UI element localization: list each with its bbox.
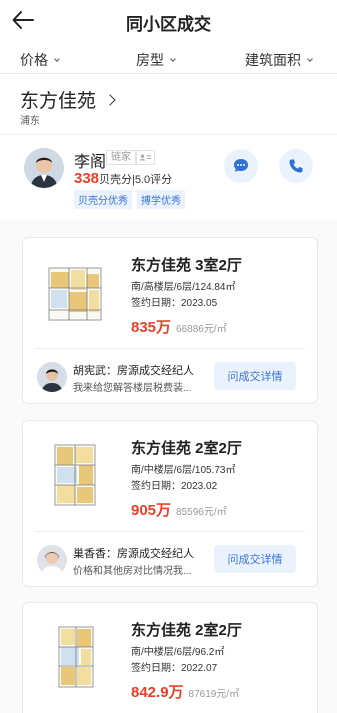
community-link[interactable]: 东方佳苑 — [20, 86, 117, 113]
floor-plan-image — [48, 267, 102, 321]
chevron-right-icon — [104, 94, 117, 106]
filter-layout-label: 房型 — [136, 52, 164, 68]
deal-price: 842.9万 87619元/㎡ — [131, 681, 239, 702]
deal-date: 签约日期：2023.05 — [131, 298, 218, 309]
unit-price: 66886元/㎡ — [176, 324, 227, 335]
unit-price: 85596元/㎡ — [176, 507, 227, 518]
filter-area[interactable]: 建筑面积 — [245, 50, 313, 70]
agent-name: 巢香香：房源成交经纪人 — [73, 548, 194, 560]
chevron-down-icon — [307, 55, 313, 62]
agent-avatar[interactable] — [24, 148, 64, 188]
deal-date: 签约日期：2023.02 — [131, 481, 218, 492]
chevron-down-icon — [170, 55, 176, 62]
score-number: 338 — [74, 170, 100, 187]
filter-layout[interactable]: 房型 — [136, 50, 176, 70]
chat-button[interactable] — [224, 149, 258, 183]
id-card-icon — [136, 150, 155, 165]
ask-deal-details-button[interactable]: 问成交详情 — [214, 362, 296, 390]
filter-area-label: 建筑面积 — [245, 52, 301, 68]
page-title: 同小区成交 — [126, 15, 211, 34]
divider — [0, 134, 337, 135]
agent-tag: 贝壳分优秀 — [74, 190, 132, 209]
agent-tags: 贝壳分优秀 搏学优秀 — [74, 190, 185, 209]
divider — [35, 531, 305, 532]
agent-avatar[interactable] — [37, 545, 67, 575]
deal-info: 南/高楼层/6层/124.84㎡ — [131, 282, 236, 293]
phone-icon — [289, 159, 303, 173]
deal-card[interactable]: 东方佳苑 3室2厅 南/高楼层/6层/124.84㎡ 签约日期：2023.05 … — [22, 237, 318, 404]
total-price: 835万 — [131, 319, 172, 336]
deal-price: 835万 66886元/㎡ — [131, 316, 227, 337]
agent-score: 338贝壳分|5.0评分 — [74, 170, 172, 187]
agent-company-badge: 链家 — [106, 150, 136, 165]
chevron-down-icon — [54, 55, 60, 62]
total-price: 842.9万 — [131, 684, 184, 701]
deal-title: 东方佳苑 2室2厅 — [131, 440, 242, 457]
agent-description: 我来给您解答楼层税费装... — [73, 383, 192, 394]
deal-card[interactable]: 东方佳苑 2室2厅 南/中楼层/6层/96.2㎡ 签约日期：2022.07 84… — [22, 602, 318, 713]
agent-avatar[interactable] — [37, 362, 67, 392]
score-text: 贝壳分|5.0评分 — [99, 174, 173, 186]
deal-date: 签约日期：2022.07 — [131, 663, 218, 674]
deal-title: 东方佳苑 2室2厅 — [131, 622, 242, 639]
total-price: 905万 — [131, 502, 172, 519]
deal-card[interactable]: 东方佳苑 2室2厅 南/中楼层/6层/105.73㎡ 签约日期：2023.02 … — [22, 420, 318, 587]
filter-price-label: 价格 — [20, 52, 48, 68]
agent-description: 价格和其他房对比情况我... — [73, 566, 192, 577]
filter-bar: 价格 房型 建筑面积 — [0, 44, 337, 74]
call-button[interactable] — [279, 149, 313, 183]
floor-plan-image — [54, 444, 96, 506]
deal-price: 905万 85596元/㎡ — [131, 499, 227, 520]
agent-name: 胡宪武：房源成交经纪人 — [73, 365, 194, 377]
deal-info: 南/中楼层/6层/105.73㎡ — [131, 465, 236, 476]
agent-card: 李阁 链家 338贝壳分|5.0评分 贝壳分优秀 搏学优秀 — [0, 140, 337, 216]
divider — [35, 348, 305, 349]
top-bar: 同小区成交 — [0, 0, 337, 40]
agent-tag: 搏学优秀 — [137, 190, 185, 209]
agent-name: 李阁 — [74, 154, 107, 171]
ask-deal-details-button[interactable]: 问成交详情 — [214, 545, 296, 573]
deal-list: 东方佳苑 3室2厅 南/高楼层/6层/124.84㎡ 签约日期：2023.05 … — [0, 220, 337, 713]
deal-info: 南/中楼层/6层/96.2㎡ — [131, 647, 225, 658]
floor-plan-image — [58, 626, 94, 688]
community-name: 东方佳苑 — [20, 91, 97, 112]
deal-title: 东方佳苑 3室2厅 — [131, 257, 242, 274]
unit-price: 87619元/㎡ — [188, 689, 240, 700]
filter-price[interactable]: 价格 — [20, 50, 60, 70]
chat-icon — [234, 159, 248, 172]
district-label: 浦东 — [20, 116, 40, 127]
